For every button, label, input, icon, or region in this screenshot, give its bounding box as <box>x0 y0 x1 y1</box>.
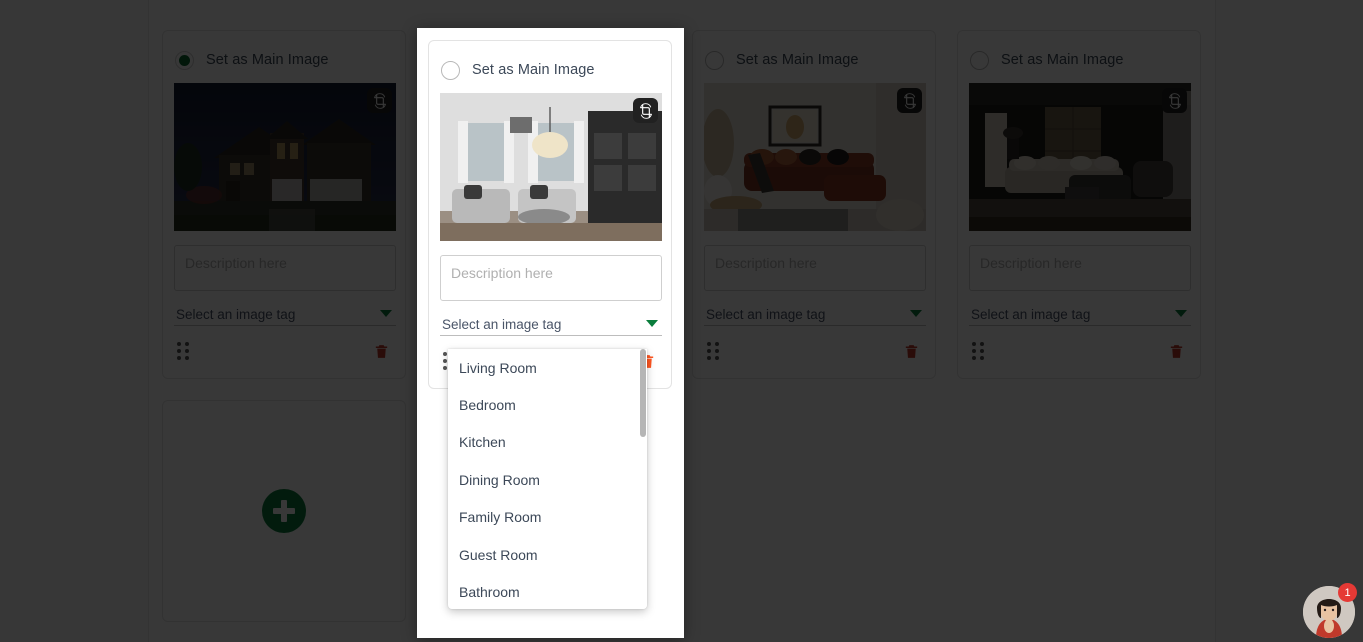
set-as-main-image-radio[interactable] <box>441 60 460 80</box>
dropdown-option[interactable]: Kitchen <box>448 424 647 461</box>
dropdown-option[interactable]: Bedroom <box>448 386 647 423</box>
set-main-image-row[interactable]: Set as Main Image <box>440 51 660 89</box>
dropdown-option[interactable]: Living Room <box>448 349 647 386</box>
image-tag-select[interactable]: Select an image tag <box>440 314 662 336</box>
dropdown-option[interactable]: Family Room <box>448 499 647 536</box>
support-chat-widget[interactable]: 1 <box>1303 583 1357 638</box>
image-thumbnail-wrapper <box>440 93 662 241</box>
image-tag-selected-value: Select an image tag <box>442 317 562 332</box>
dropdown-scrollbar-track[interactable] <box>640 349 647 609</box>
crop-rotate-icon[interactable] <box>633 98 658 123</box>
dropdown-option[interactable]: Bathroom <box>448 573 647 609</box>
description-input[interactable] <box>440 255 662 301</box>
dropdown-option[interactable]: Guest Room <box>448 536 647 573</box>
property-image <box>440 93 662 241</box>
set-as-main-image-label: Set as Main Image <box>472 62 595 78</box>
chevron-down-icon <box>646 320 658 327</box>
dropdown-scrollbar-thumb[interactable] <box>640 349 646 437</box>
dropdown-option[interactable]: Dining Room <box>448 461 647 498</box>
unread-badge: 1 <box>1338 583 1357 602</box>
modal-image-card[interactable]: Set as Main Image Description here Selec… <box>428 40 672 389</box>
image-tag-dropdown-menu[interactable]: Living Room Bedroom Kitchen Dining Room … <box>448 349 647 609</box>
